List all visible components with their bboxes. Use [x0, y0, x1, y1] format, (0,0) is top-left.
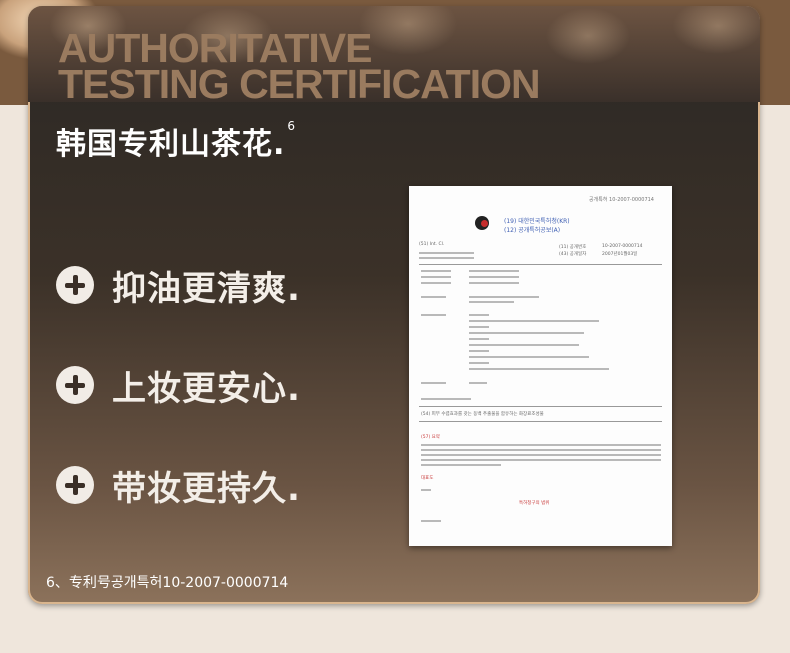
doc-text-line	[469, 270, 519, 272]
doc-text-line	[421, 270, 451, 272]
doc-type: (12) 공개특허공보(A)	[504, 227, 561, 234]
certification-card: AUTHORITATIVE TESTING CERTIFICATION 韩国专利…	[28, 6, 760, 604]
doc-divider	[419, 406, 662, 407]
feature-item-makeup-safe: 上妆更安心.	[56, 360, 301, 410]
doc-pub-date-label: (43) 공개일자	[559, 252, 587, 257]
doc-text-line	[469, 296, 539, 298]
doc-office: (19) 대한민국특허청(KR)	[504, 218, 570, 225]
footnote-marker: 6	[287, 119, 297, 133]
doc-text-line	[421, 459, 661, 461]
doc-abstract-title: (54) 피부 수렴효과를 갖는 동백 추출물을 함유하는 화장료조성물	[421, 412, 544, 417]
doc-text-line	[469, 356, 589, 358]
chinese-title-text: 韩国专利山茶花.	[56, 127, 286, 162]
doc-text-line	[469, 326, 489, 328]
doc-text-line	[469, 314, 489, 316]
doc-text-line	[419, 252, 474, 254]
doc-text-line	[421, 282, 451, 284]
patent-document-image: 공개특허 10-2007-0000714 (19) 대한민국특허청(KR) (1…	[409, 186, 672, 546]
doc-divider	[419, 421, 662, 422]
doc-text-line	[421, 314, 446, 316]
plus-circle-icon	[56, 266, 94, 304]
kipo-logo-icon	[475, 216, 489, 230]
doc-pub-number: 10-2007-0000714	[602, 244, 643, 249]
plus-circle-icon	[56, 366, 94, 404]
doc-text-line	[421, 454, 661, 456]
doc-pub-date: 2007년01월03일	[602, 252, 638, 257]
doc-int-cl: (51) Int. Cl.	[419, 242, 445, 247]
doc-text-line	[469, 332, 584, 334]
feature-item-long-lasting: 带妆更持久.	[56, 460, 301, 510]
plus-circle-icon	[56, 466, 94, 504]
doc-text-line	[421, 520, 441, 522]
feature-label: 抑油更清爽.	[112, 268, 301, 309]
doc-text-line	[469, 282, 519, 284]
doc-representative-figure: 대표도	[421, 476, 434, 481]
doc-text-line	[421, 276, 451, 278]
doc-text-line	[419, 257, 474, 259]
doc-publication-number: 공개특허 10-2007-0000714	[589, 197, 654, 203]
doc-text-line	[421, 296, 446, 298]
doc-text-line	[469, 350, 489, 352]
doc-text-line	[421, 398, 471, 400]
english-title-line2: TESTING CERTIFICATION	[58, 61, 541, 107]
doc-text-line	[469, 362, 489, 364]
doc-claims-heading: 특허청구의 범위	[519, 501, 550, 506]
doc-text-line	[469, 368, 609, 370]
doc-text-line	[469, 276, 519, 278]
feature-label: 上妆更安心.	[112, 368, 301, 409]
doc-text-line	[421, 449, 661, 451]
doc-text-line	[469, 338, 489, 340]
doc-text-line	[421, 489, 431, 491]
doc-text-line	[469, 320, 599, 322]
chinese-title: 韩国专利山茶花.6	[56, 119, 296, 163]
doc-text-line	[421, 464, 501, 466]
doc-text-line	[421, 444, 661, 446]
feature-label: 带妆更持久.	[112, 468, 301, 509]
doc-text-line	[421, 382, 446, 384]
patent-footnote: 6、专利号공개특허10-2007-0000714	[46, 575, 289, 591]
doc-text-line	[469, 382, 487, 384]
feature-item-oil-control: 抑油更清爽.	[56, 260, 301, 310]
doc-abstract-label: (57) 요약	[421, 435, 440, 440]
english-title: AUTHORITATIVE TESTING CERTIFICATION	[58, 28, 541, 107]
doc-text-line	[469, 301, 514, 303]
doc-pub-number-label: (11) 공개번호	[559, 245, 587, 250]
doc-text-line	[469, 344, 579, 346]
doc-divider	[419, 264, 662, 265]
